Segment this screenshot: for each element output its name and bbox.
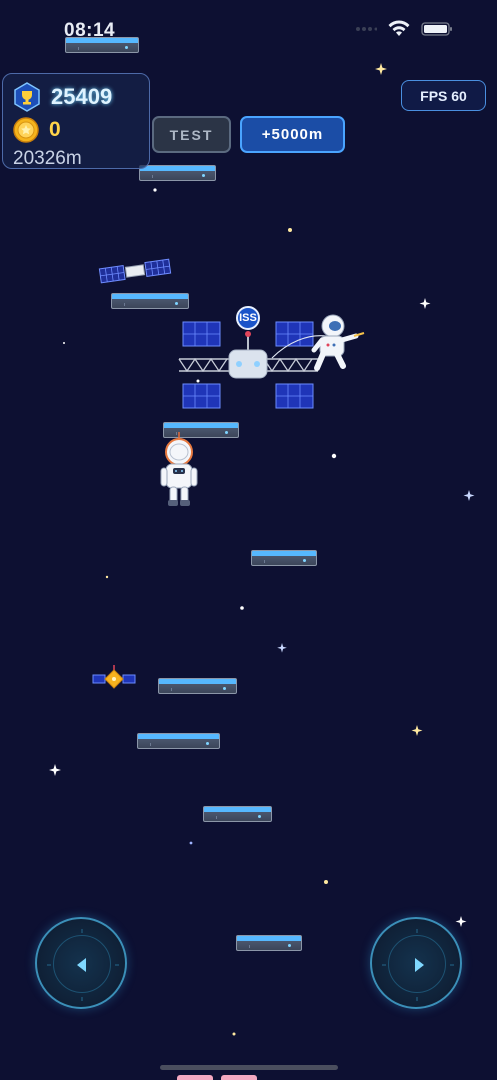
platform	[137, 733, 220, 749]
boost-button[interactable]: +5000m	[240, 116, 345, 153]
left-control-button[interactable]	[35, 917, 127, 1009]
right-arrow-icon	[382, 929, 454, 1001]
small-satellite-icon	[92, 665, 136, 689]
wifi-icon	[388, 20, 410, 36]
partial-item	[221, 1075, 257, 1080]
satellite-icon	[98, 258, 172, 284]
score-value: 25409	[51, 84, 113, 109]
battery-icon	[421, 22, 452, 36]
platform	[158, 678, 237, 694]
partial-item	[177, 1075, 213, 1080]
distance-value: 20326m	[13, 148, 82, 169]
test-button[interactable]: TEST	[152, 116, 231, 153]
signal-icon	[356, 27, 377, 31]
score-panel: 25409 0 20326m	[2, 73, 150, 169]
home-indicator	[160, 1065, 338, 1070]
iss-label: ISS	[239, 312, 257, 324]
coin-value: 0	[49, 118, 61, 141]
left-arrow-icon	[47, 929, 119, 1001]
platform	[203, 806, 272, 822]
right-control-button[interactable]	[370, 917, 462, 1009]
coin-icon	[13, 117, 39, 143]
platform	[65, 37, 139, 53]
player-astronaut	[160, 432, 198, 506]
floating-astronaut	[271, 314, 365, 371]
iss-badge: ISS	[236, 306, 260, 330]
trophy-icon	[14, 82, 40, 112]
platform	[236, 935, 302, 951]
platform	[251, 550, 317, 566]
fps-indicator: FPS 60	[401, 80, 486, 111]
platform	[139, 165, 216, 181]
